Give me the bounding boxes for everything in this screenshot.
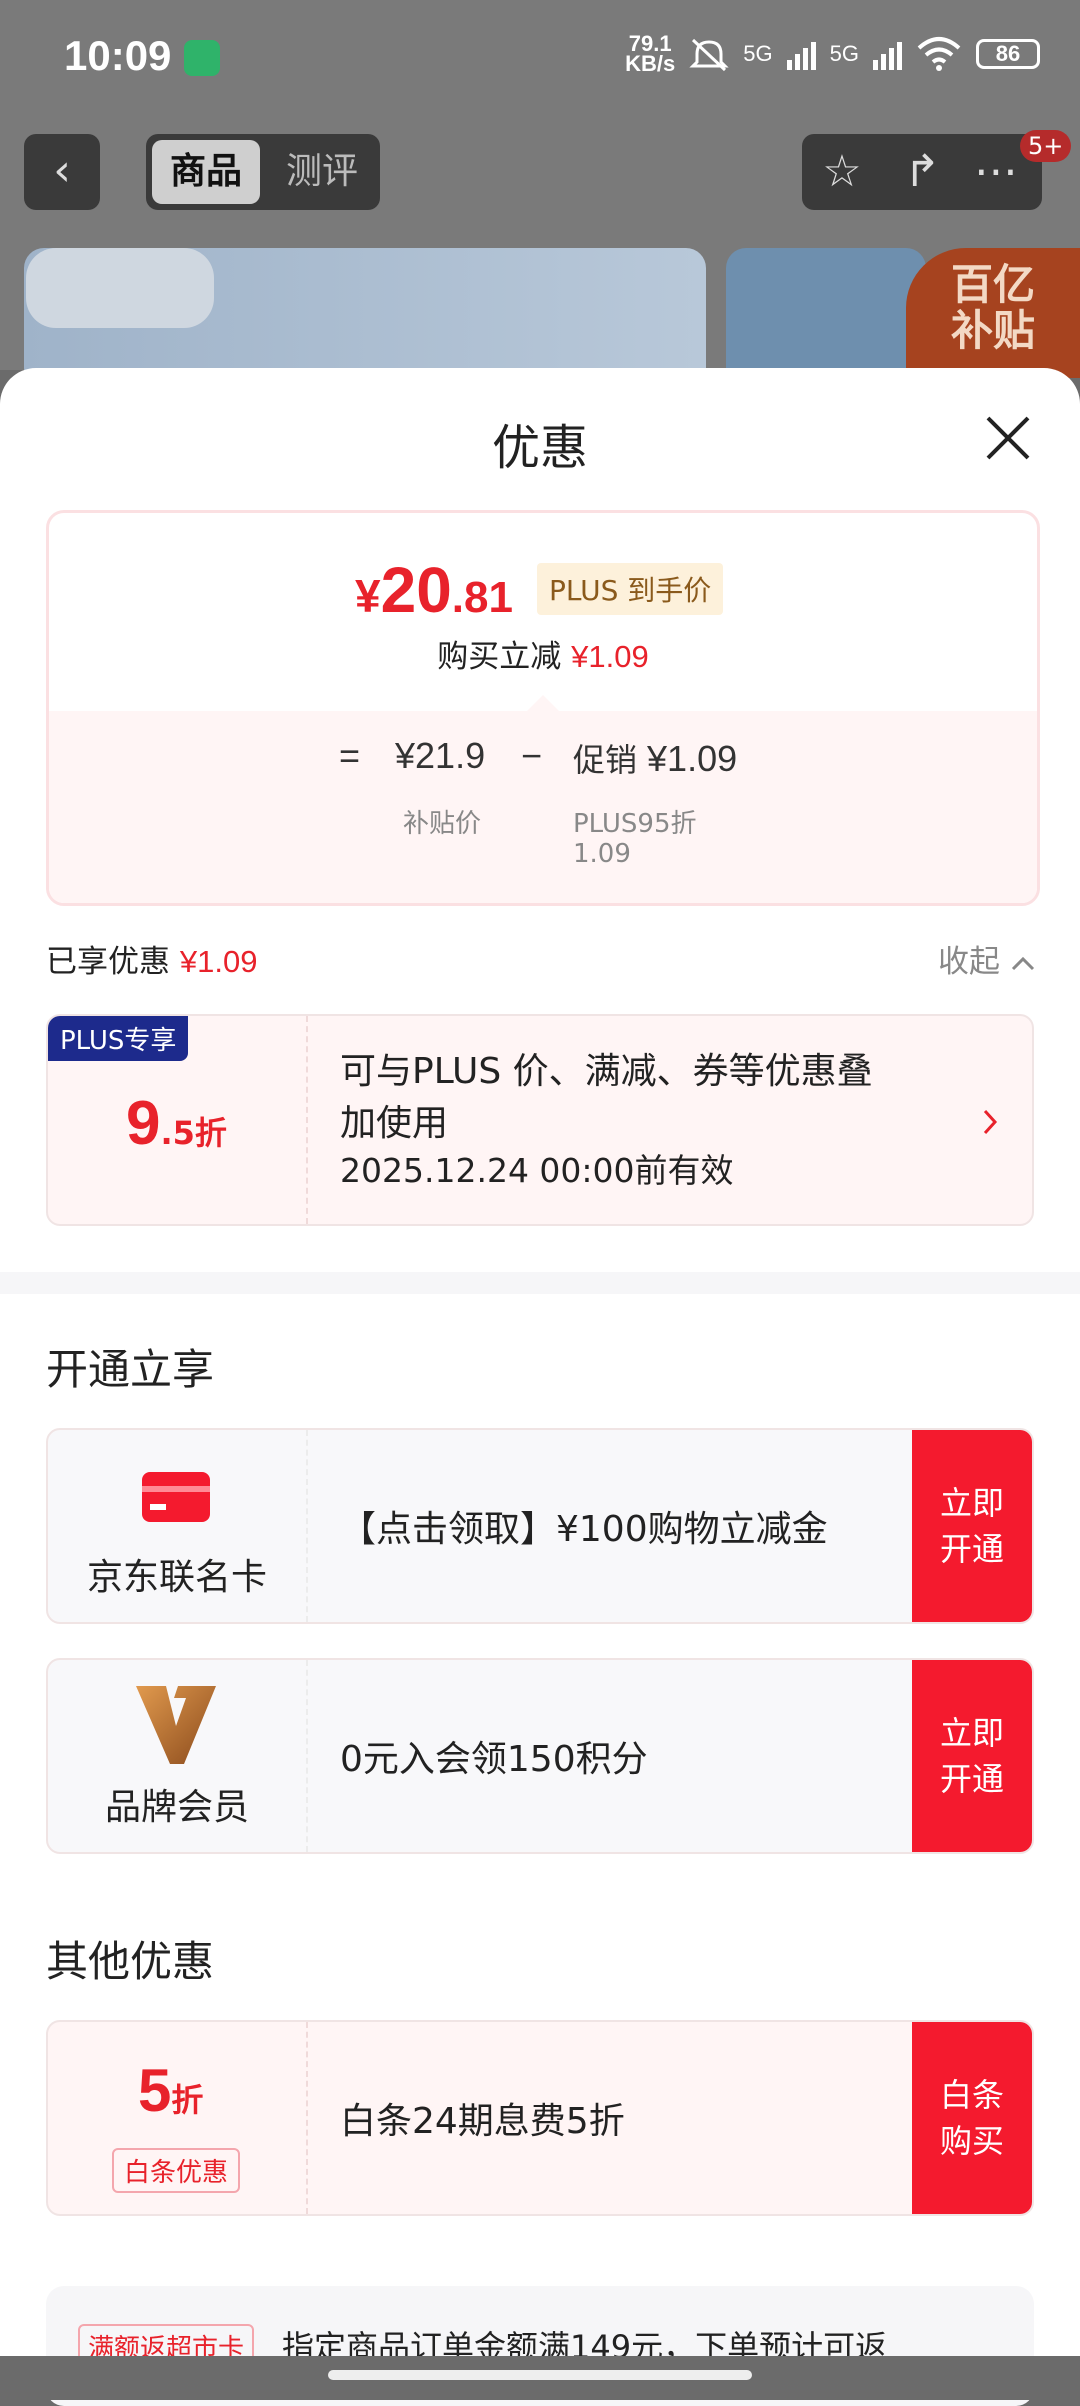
tab-review[interactable]: 测评 [268,140,376,204]
clock: 10:09 [64,32,172,79]
discount-sheet: 优惠 ¥20.81 PLUS 到手价 购买立减 ¥1.09 = ¥21.9 补贴… [0,368,1080,2406]
header-actions: ☆ ↱ ⋯ [802,134,1042,210]
plus-discount-value: 9.5折 [126,1089,227,1158]
signal-icon-2 [873,38,902,70]
signal-label-1: 5G [743,41,773,66]
base-price: ¥21.9 [395,735,486,776]
credit-card-icon [142,1472,210,1522]
subsidy-badge: 百亿 补贴 [906,248,1080,378]
enjoyed-discount: 已享优惠 ¥1.09 [46,944,258,980]
more-icon[interactable]: ⋯ [970,146,1022,198]
brand-logo [26,248,214,328]
close-icon[interactable] [984,414,1032,462]
plus-price-tag: PLUS 到手价 [537,563,724,615]
brand-member-card[interactable]: 品牌会员 0元入会领150积分 立即 开通 [46,1658,1034,1854]
app-notification-icon [184,40,220,76]
battery-icon: 86 [976,39,1040,69]
card-name: 京东联名卡 [86,1557,267,1598]
plus-exclusive-badge: PLUS专享 [48,1016,189,1061]
pointer-arrow [525,695,561,713]
baitiao-tag: 白条优惠 [112,2148,241,2193]
product-header: ‹ 商品 测评 ☆ ↱ ⋯ 5+ 百亿 补贴 [0,120,1080,388]
promo-price: 促销 ¥1.09 [573,738,738,779]
minus-sign: − [521,735,543,776]
open-now-button[interactable]: 立即 开通 [912,1430,1032,1622]
promo-sub-1: PLUS95折 [573,809,697,839]
status-bar: 10:09 79.1 KB/s 5G 5G 86 [0,0,1080,120]
network-speed: 79.1 KB/s [625,31,676,76]
mute-icon [689,38,729,72]
other-section-title: 其他优惠 [46,1937,215,1986]
tab-bar: 商品 测评 [146,134,380,210]
member-name: 品牌会员 [104,1787,249,1828]
member-offer: 0元入会领150积分 [340,1739,648,1780]
baitiao-offer: 白条24期息费5折 [340,2101,625,2142]
chevron-up-icon [1011,956,1034,971]
plus-description: 可与PLUS 价、满减、券等优惠叠 加使用 [340,1051,873,1144]
base-price-label: 补贴价 [403,809,482,839]
wifi-icon [917,37,961,71]
chevron-right-icon [983,1109,998,1135]
star-icon[interactable]: ☆ [816,146,868,198]
product-image-2[interactable] [726,248,926,388]
open-now-button-2[interactable]: 立即 开通 [912,1660,1032,1852]
baitiao-buy-button[interactable]: 白条 购买 [912,2022,1032,2214]
equals-sign: = [339,735,361,776]
section-divider [0,1272,1080,1294]
home-indicator[interactable] [328,2370,752,2380]
brand-member-logo-icon [136,1686,216,1764]
instant-discount: 购买立减 ¥1.09 [437,639,649,675]
signal-label-2: 5G [829,41,859,66]
share-icon[interactable]: ↱ [896,146,948,198]
final-price: ¥20.81 [355,554,513,626]
plus-validity: 2025.12.24 00:00前有效 [340,1151,734,1190]
baitiao-card[interactable]: 5折 白条优惠 白条24期息费5折 白条 购买 [46,2020,1034,2216]
baitiao-discount: 5折 [138,2057,204,2124]
notification-badge: 5+ [1020,130,1072,162]
promo-sub-2: 1.09 [573,839,631,869]
sheet-title: 优惠 [491,420,588,476]
open-section-title: 开通立享 [46,1345,215,1394]
plus-discount-card[interactable]: PLUS专享 9.5折 可与PLUS 价、满减、券等优惠叠 加使用 2025.1… [46,1014,1034,1226]
card-offer: 【点击领取】¥100购物立减金 [340,1509,828,1550]
jd-cobrand-card[interactable]: 京东联名卡 【点击领取】¥100购物立减金 立即 开通 [46,1428,1034,1624]
collapse-toggle[interactable]: 收起 [938,936,1036,981]
price-breakdown-card: ¥20.81 PLUS 到手价 购买立减 ¥1.09 = ¥21.9 补贴价 −… [46,510,1040,906]
tab-goods[interactable]: 商品 [152,140,261,204]
signal-icon [786,38,816,70]
back-button[interactable]: ‹ [24,134,100,210]
